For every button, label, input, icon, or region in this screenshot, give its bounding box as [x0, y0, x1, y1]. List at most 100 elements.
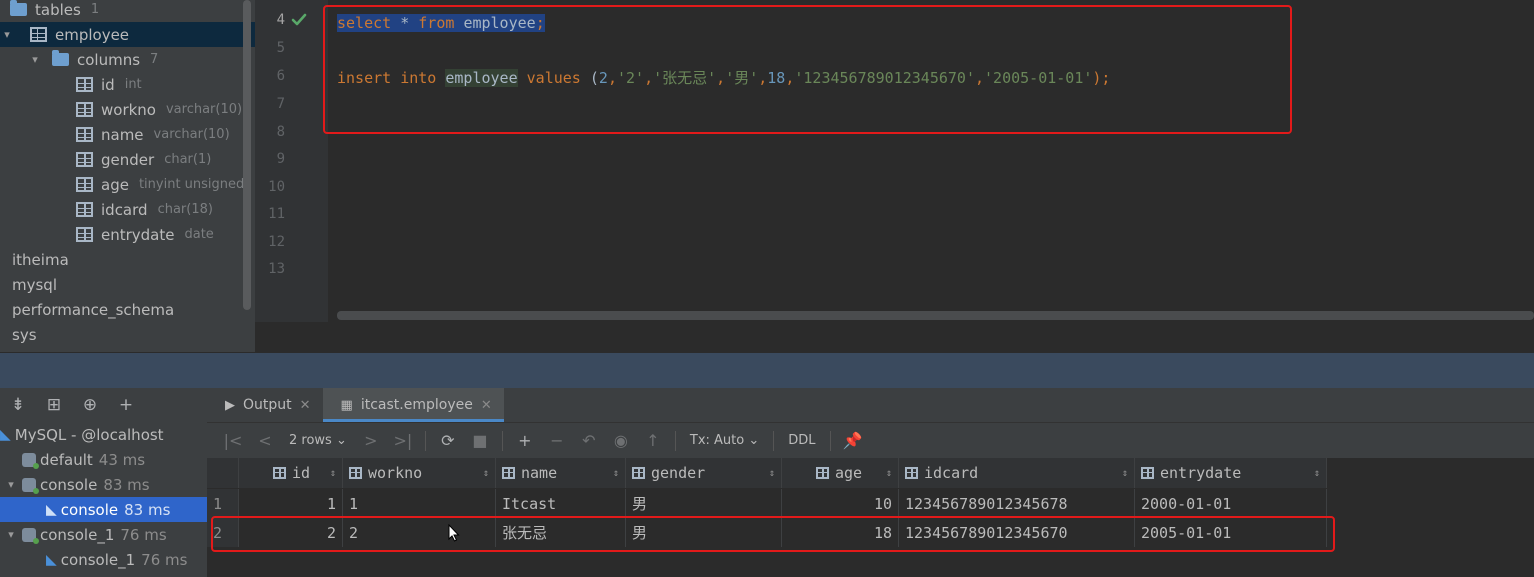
column-icon [349, 467, 362, 479]
column-header-gender[interactable]: gender ⇕ [626, 458, 782, 488]
tree-item-column-idcard[interactable]: idcard char(18) [0, 197, 255, 222]
service-label: console [40, 475, 98, 494]
chevron-down-icon[interactable]: ▾ [0, 478, 22, 491]
first-page-icon[interactable]: |< [217, 431, 249, 450]
service-duration: 43 ms [98, 450, 146, 469]
panel-splitter[interactable] [0, 352, 1534, 388]
delete-row-icon[interactable]: − [541, 431, 573, 450]
tree-item-tables[interactable]: tables 1 [0, 0, 255, 22]
sort-icon[interactable]: ⇕ [769, 468, 775, 479]
column-icon [76, 77, 93, 92]
tree-item-column-age[interactable]: age tinyint unsigned [0, 172, 255, 197]
collapse-icon[interactable]: ⇟ [8, 395, 28, 415]
service-console-1[interactable]: ▾ console_1 76 ms [0, 522, 207, 547]
cell-workno[interactable]: 1 [343, 489, 496, 518]
column-icon [76, 227, 93, 242]
chevron-down-icon[interactable]: ▾ [28, 53, 42, 66]
tab-output[interactable]: ▶ Output ✕ [207, 388, 323, 422]
next-page-icon[interactable]: > [355, 431, 387, 450]
tree-item-column-workno[interactable]: workno varchar(10) [0, 97, 255, 122]
tree-item-schema-mysql[interactable]: mysql [0, 272, 255, 297]
mysql-icon: ◣ [46, 501, 57, 518]
column-icon [76, 202, 93, 217]
add-icon[interactable]: + [116, 395, 136, 415]
refresh-icon[interactable]: ⟳ [432, 431, 464, 450]
tree-item-column-entrydate[interactable]: entrydate date [0, 222, 255, 247]
session-icon [22, 452, 39, 469]
service-default[interactable]: default 43 ms [0, 447, 207, 472]
submit-icon[interactable]: ↑ [637, 431, 669, 450]
table-row[interactable]: 1 1 1 Itcast 男 10 123456789012345678 200… [207, 489, 1327, 518]
close-icon[interactable]: ✕ [300, 398, 311, 413]
tab-label: itcast.employee [360, 397, 473, 413]
cell-gender[interactable]: 男 [626, 489, 782, 518]
line-number: 6 [276, 68, 285, 84]
ddl-button[interactable]: DDL [780, 433, 823, 448]
chevron-down-icon[interactable]: ▾ [0, 528, 22, 541]
column-header-name[interactable]: name ⇕ [496, 458, 626, 488]
folder-icon [10, 0, 27, 16]
tree-item-employee[interactable]: ▾ employee [0, 22, 255, 47]
row-count-dropdown[interactable]: 2 rows ⌄ [281, 433, 355, 448]
column-header-workno[interactable]: workno ⇕ [343, 458, 496, 488]
tree-item-column-gender[interactable]: gender char(1) [0, 147, 255, 172]
close-icon[interactable]: ✕ [481, 398, 492, 413]
tree-item-schema-itheima[interactable]: itheima [0, 247, 255, 272]
line-number: 5 [276, 40, 285, 56]
chevron-down-icon[interactable]: ▾ [0, 28, 14, 41]
tree-item-label: tables [35, 0, 81, 19]
last-page-icon[interactable]: >| [387, 431, 419, 450]
column-header-label: idcard [924, 464, 979, 482]
column-header-age[interactable]: age ⇕ [782, 458, 899, 488]
schema-name: sys [12, 325, 37, 344]
sort-icon[interactable]: ⇕ [613, 468, 619, 479]
annotation-box-sql [323, 5, 1292, 134]
preview-icon[interactable]: ◉ [605, 431, 637, 450]
service-label: console [60, 500, 119, 519]
cell-name[interactable]: Itcast [496, 489, 626, 518]
previous-page-icon[interactable]: < [249, 431, 281, 450]
column-type: date [184, 227, 214, 242]
column-header-id[interactable]: id ⇕ [239, 458, 343, 488]
column-icon [816, 467, 829, 479]
tx-mode-dropdown[interactable]: Tx: Auto ⌄ [682, 433, 767, 448]
cell-entrydate[interactable]: 2000-01-01 [1135, 489, 1327, 518]
stop-icon[interactable]: ■ [464, 431, 496, 450]
tree-item-columns[interactable]: ▾ columns 7 [0, 47, 255, 72]
tab-itcast-employee[interactable]: ▦ itcast.employee ✕ [322, 388, 504, 422]
sort-icon[interactable]: ⇕ [886, 468, 892, 479]
group-icon[interactable]: ⊞ [44, 395, 64, 415]
sql-editor[interactable]: 4 5 6 7 8 9 10 11 12 13 select * from em… [255, 0, 1534, 352]
sort-icon[interactable]: ⇕ [483, 468, 489, 479]
tree-item-column-id[interactable]: id int [0, 72, 255, 97]
tree-item-column-name[interactable]: name varchar(10) [0, 122, 255, 147]
tree-item-count: 1 [90, 2, 100, 17]
row-count-label: 2 rows [289, 433, 332, 448]
service-console-child[interactable]: ◣ console 83 ms [0, 497, 207, 522]
mouse-pointer-icon [448, 524, 460, 542]
add-view-icon[interactable]: ⊕ [80, 395, 100, 415]
service-mysql-localhost[interactable]: ◣ MySQL - @localhost [0, 422, 207, 447]
mysql-icon: ◣ [46, 551, 57, 568]
cell-id[interactable]: 1 [239, 489, 343, 518]
sort-icon[interactable]: ⇕ [330, 468, 336, 479]
add-row-icon[interactable]: + [509, 431, 541, 450]
service-console-1-child[interactable]: ◣ console_1 76 ms [0, 547, 207, 572]
tree-item-schema-performance[interactable]: performance_schema [0, 297, 255, 322]
cell-age[interactable]: 10 [782, 489, 899, 518]
toolbar-divider [424, 430, 426, 451]
cell-idcard[interactable]: 123456789012345678 [899, 489, 1135, 518]
tree-item-schema-sys[interactable]: sys [0, 322, 255, 347]
tree-scrollbar[interactable] [243, 0, 251, 310]
column-header-entrydate[interactable]: entrydate ⇕ [1135, 458, 1327, 488]
service-console[interactable]: ▾ console 83 ms [0, 472, 207, 497]
toolbar-divider [674, 430, 676, 451]
output-icon: ▶ [225, 397, 235, 413]
pin-icon[interactable]: 📌 [837, 431, 869, 450]
revert-icon[interactable]: ↶ [573, 431, 605, 450]
editor-horizontal-scrollbar[interactable] [337, 311, 1534, 320]
sort-icon[interactable]: ⇕ [1314, 468, 1320, 479]
sort-icon[interactable]: ⇕ [1122, 468, 1128, 479]
line-number: 9 [276, 151, 285, 167]
column-header-idcard[interactable]: idcard ⇕ [899, 458, 1135, 488]
